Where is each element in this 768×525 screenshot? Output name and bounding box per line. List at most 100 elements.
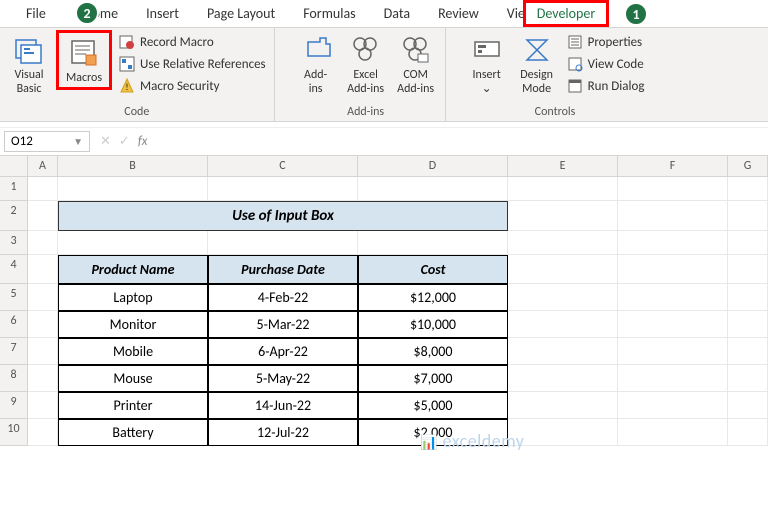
row-header-2[interactable]: 2 (0, 201, 28, 231)
cell[interactable] (618, 365, 728, 392)
properties-button[interactable]: Properties (564, 32, 647, 52)
excel-addins-button[interactable]: Excel Add-ins (343, 30, 389, 99)
cell[interactable] (728, 392, 768, 419)
cell[interactable] (618, 201, 728, 231)
cell[interactable] (508, 177, 618, 201)
col-header-D[interactable]: D (358, 156, 508, 177)
cell[interactable] (28, 419, 58, 446)
com-addins-button[interactable]: COM Add-ins (393, 30, 439, 99)
cell[interactable] (58, 231, 208, 255)
cell[interactable] (618, 177, 728, 201)
cell[interactable] (28, 338, 58, 365)
cell[interactable] (358, 177, 508, 201)
table-cell[interactable]: $12,000 (358, 284, 508, 311)
name-box[interactable]: O12 ▼ (4, 131, 90, 152)
cell[interactable] (618, 284, 728, 311)
enter-formula-icon[interactable]: ✓ (119, 134, 130, 149)
cell[interactable] (508, 392, 618, 419)
cell[interactable] (28, 365, 58, 392)
addins-button[interactable]: Add- ins (293, 30, 339, 99)
run-dialog-button[interactable]: Run Dialog (564, 76, 647, 96)
tab-file[interactable]: File (12, 1, 60, 26)
row-header-4[interactable]: 4 (0, 255, 28, 284)
cancel-formula-icon[interactable]: ✕ (100, 134, 111, 149)
cell[interactable] (28, 392, 58, 419)
table-cell[interactable]: $5,000 (358, 392, 508, 419)
tab-insert[interactable]: Insert (132, 1, 193, 26)
table-header[interactable]: Cost (358, 255, 508, 284)
col-header-C[interactable]: C (208, 156, 358, 177)
view-code-button[interactable]: View Code (564, 54, 647, 74)
cell[interactable] (728, 338, 768, 365)
table-cell[interactable]: $10,000 (358, 311, 508, 338)
cell[interactable] (508, 231, 618, 255)
table-cell[interactable]: 5-May-22 (208, 365, 358, 392)
cell[interactable] (618, 311, 728, 338)
table-cell[interactable]: $8,000 (358, 338, 508, 365)
table-cell[interactable]: 4-Feb-22 (208, 284, 358, 311)
cell[interactable] (28, 231, 58, 255)
tab-view[interactable]: View (493, 1, 523, 26)
col-header-G[interactable]: G (728, 156, 768, 177)
cell[interactable] (208, 177, 358, 201)
design-mode-button[interactable]: Design Mode (514, 30, 560, 99)
select-all-corner[interactable] (0, 156, 28, 177)
row-header-5[interactable]: 5 (0, 284, 28, 311)
visual-basic-button[interactable]: Visual Basic (6, 30, 52, 99)
cell[interactable] (618, 338, 728, 365)
cell[interactable] (28, 311, 58, 338)
row-header-1[interactable]: 1 (0, 177, 28, 201)
cell[interactable] (28, 284, 58, 311)
table-header[interactable]: Product Name (58, 255, 208, 284)
cell[interactable] (508, 338, 618, 365)
table-cell[interactable]: 6-Apr-22 (208, 338, 358, 365)
cell[interactable] (508, 365, 618, 392)
cell[interactable] (728, 201, 768, 231)
cell[interactable] (728, 177, 768, 201)
sheet-title[interactable]: Use of Input Box (58, 201, 508, 231)
row-header-10[interactable]: 10 (0, 419, 28, 446)
cell[interactable] (508, 201, 618, 231)
use-relative-button[interactable]: Use Relative References (116, 54, 268, 74)
macros-button[interactable]: Macros (61, 33, 107, 87)
tab-developer[interactable]: Developer (523, 0, 609, 27)
cell[interactable] (728, 365, 768, 392)
cell[interactable] (508, 255, 618, 284)
macro-security-button[interactable]: ! Macro Security (116, 76, 268, 96)
cell[interactable] (508, 311, 618, 338)
table-cell[interactable]: 5-Mar-22 (208, 311, 358, 338)
row-header-3[interactable]: 3 (0, 231, 28, 255)
insert-controls-button[interactable]: Insert⌄ (464, 30, 510, 99)
col-header-A[interactable]: A (28, 156, 58, 177)
row-header-8[interactable]: 8 (0, 365, 28, 392)
cell[interactable] (728, 284, 768, 311)
cell[interactable] (28, 201, 58, 231)
table-cell[interactable]: Printer (58, 392, 208, 419)
cell[interactable] (358, 231, 508, 255)
record-macro-button[interactable]: Record Macro (116, 32, 268, 52)
cell[interactable] (618, 255, 728, 284)
cell[interactable] (618, 231, 728, 255)
fx-icon[interactable]: fx (138, 134, 148, 149)
cell[interactable] (728, 255, 768, 284)
table-cell[interactable]: Mobile (58, 338, 208, 365)
row-header-9[interactable]: 9 (0, 392, 28, 419)
row-header-6[interactable]: 6 (0, 311, 28, 338)
col-header-B[interactable]: B (58, 156, 208, 177)
tab-page-layout[interactable]: Page Layout (193, 1, 289, 26)
table-cell[interactable]: $2,000 (358, 419, 508, 446)
table-header[interactable]: Purchase Date (208, 255, 358, 284)
table-cell[interactable]: Monitor (58, 311, 208, 338)
col-header-E[interactable]: E (508, 156, 618, 177)
cell[interactable] (508, 419, 618, 446)
tab-review[interactable]: Review (424, 1, 493, 26)
cell[interactable] (728, 419, 768, 446)
formula-input[interactable] (153, 132, 768, 151)
cell[interactable] (28, 177, 58, 201)
name-box-dropdown-icon[interactable]: ▼ (73, 135, 83, 148)
cell[interactable] (28, 255, 58, 284)
cell[interactable] (508, 284, 618, 311)
cell[interactable] (618, 419, 728, 446)
table-cell[interactable]: Battery (58, 419, 208, 446)
cell[interactable] (618, 392, 728, 419)
